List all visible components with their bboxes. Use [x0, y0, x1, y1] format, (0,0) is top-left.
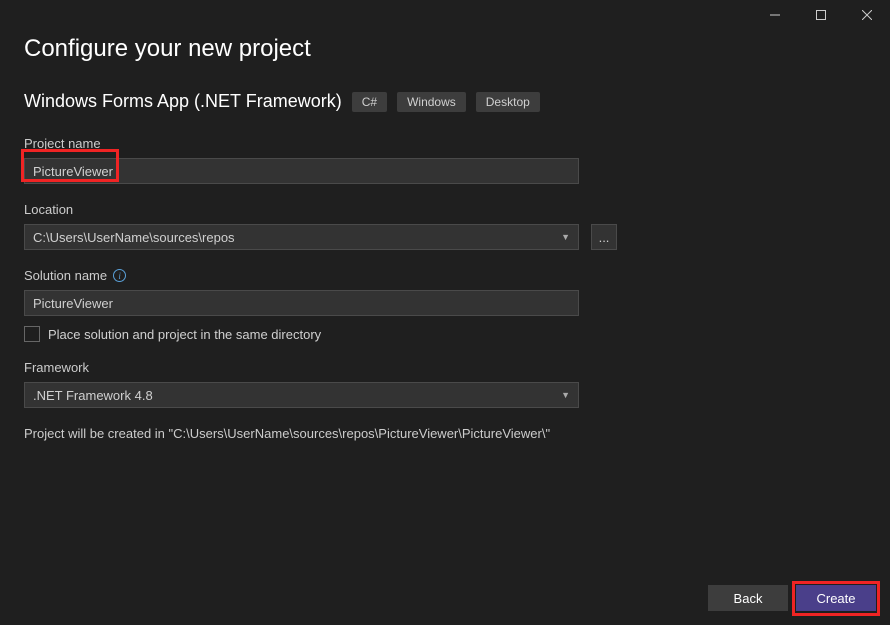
tag-csharp: C# — [352, 92, 387, 112]
page-title: Configure your new project — [24, 35, 866, 63]
minimize-button[interactable] — [752, 0, 798, 30]
solution-name-label: Solution name i — [24, 268, 866, 283]
close-button[interactable] — [844, 0, 890, 30]
browse-button[interactable]: ... — [591, 224, 617, 250]
maximize-button[interactable] — [798, 0, 844, 30]
same-directory-checkbox[interactable] — [24, 326, 40, 342]
tag-windows: Windows — [397, 92, 466, 112]
solution-name-input[interactable] — [24, 290, 579, 316]
chevron-down-icon: ▼ — [561, 390, 570, 400]
creation-path-note: Project will be created in "C:\Users\Use… — [24, 426, 866, 441]
window-titlebar — [752, 0, 890, 30]
same-directory-label: Place solution and project in the same d… — [48, 327, 321, 342]
back-button[interactable]: Back — [708, 585, 788, 611]
create-button[interactable]: Create — [796, 585, 876, 611]
framework-value: .NET Framework 4.8 — [33, 388, 153, 403]
location-value: C:\Users\UserName\sources\repos — [33, 230, 235, 245]
location-dropdown[interactable]: C:\Users\UserName\sources\repos ▼ — [24, 224, 579, 250]
framework-dropdown[interactable]: .NET Framework 4.8 ▼ — [24, 382, 579, 408]
location-label: Location — [24, 202, 866, 217]
project-name-label: Project name — [24, 136, 866, 151]
template-name: Windows Forms App (.NET Framework) — [24, 91, 342, 112]
chevron-down-icon: ▼ — [561, 232, 570, 242]
tag-desktop: Desktop — [476, 92, 540, 112]
framework-label: Framework — [24, 360, 866, 375]
info-icon[interactable]: i — [113, 269, 126, 282]
project-name-input[interactable] — [24, 158, 579, 184]
